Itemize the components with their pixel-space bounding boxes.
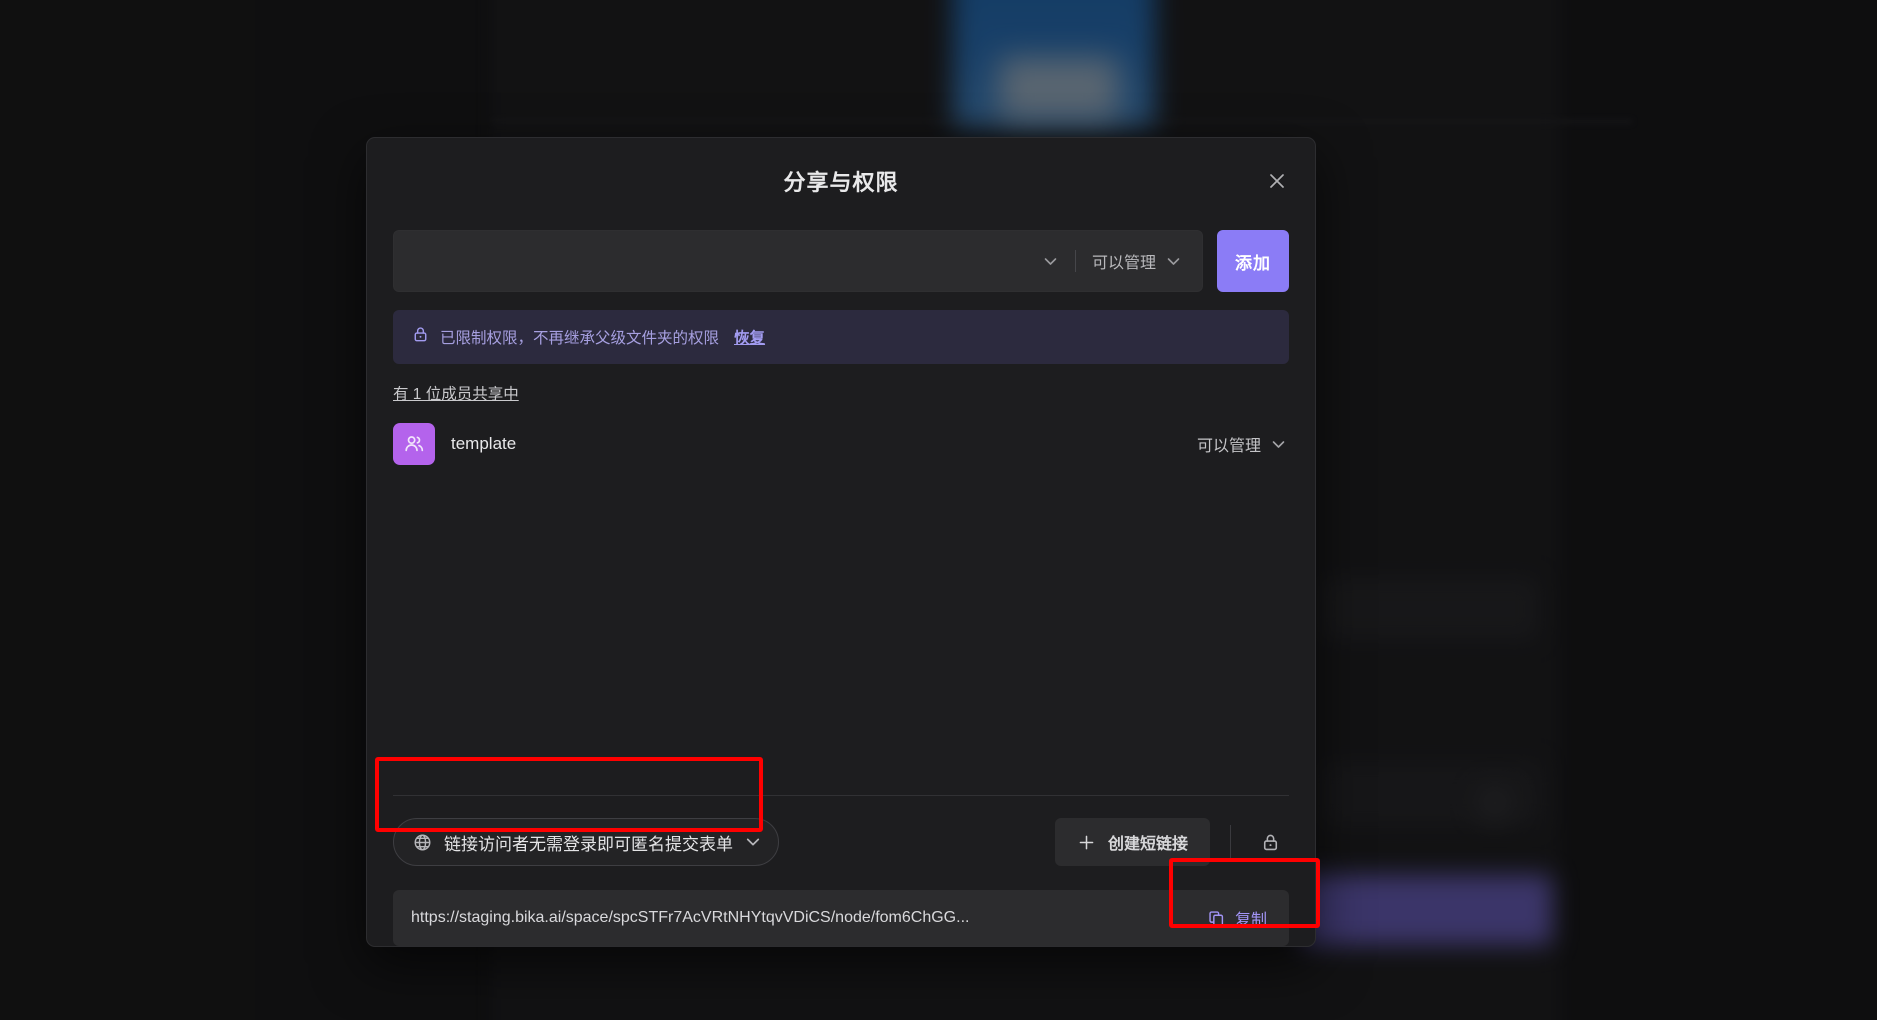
create-short-link-button[interactable]: 创建短链接	[1054, 818, 1210, 866]
copy-label: 复制	[1234, 912, 1267, 929]
chevron-down-icon[interactable]	[1032, 253, 1069, 270]
screen: 分享与权限 可以管理 添加 已限制权限，不再继承父级文件夹的权限 恢复 有 1 …	[0, 0, 1877, 1020]
restore-permission-link[interactable]: 恢复	[734, 326, 765, 348]
invite-role-select[interactable]: 可以管理	[1082, 249, 1188, 273]
modal-header: 分享与权限	[367, 138, 1315, 224]
plus-icon	[1079, 835, 1094, 849]
share-permissions-modal: 分享与权限 可以管理 添加 已限制权限，不再继承父级文件夹的权限 恢复 有 1 …	[366, 137, 1316, 947]
copy-button[interactable]: 复制	[1191, 896, 1283, 940]
permission-notice-text: 已限制权限，不再继承父级文件夹的权限	[440, 330, 720, 347]
member-role-label: 可以管理	[1196, 438, 1261, 455]
invite-role-label: 可以管理	[1091, 255, 1156, 272]
share-url-row: https://staging.bika.ai/space/spcSTFr7Ac…	[393, 890, 1289, 946]
list-item[interactable]: template 可以管理	[393, 416, 1289, 472]
member-name: template	[451, 434, 517, 453]
users-icon	[405, 436, 424, 452]
invite-field: 可以管理	[393, 230, 1203, 292]
permission-notice: 已限制权限，不再继承父级文件夹的权限 恢复	[393, 310, 1289, 364]
member-role-select[interactable]: 可以管理	[1197, 432, 1289, 456]
add-button[interactable]: 添加	[1217, 230, 1289, 292]
invite-search-input[interactable]	[410, 231, 1032, 291]
create-short-link-label: 创建短链接	[1107, 836, 1188, 853]
share-url-text[interactable]: https://staging.bika.ai/space/spcSTFr7Ac…	[411, 909, 1191, 927]
divider	[1074, 250, 1076, 272]
link-access-label: 链接访问者无需登录即可匿名提交表单	[444, 834, 733, 854]
chevron-down-icon	[1167, 257, 1180, 265]
link-access-select[interactable]: 链接访问者无需登录即可匿名提交表单	[393, 818, 779, 866]
lock-icon[interactable]	[1251, 823, 1289, 861]
chevron-down-icon	[1272, 440, 1285, 448]
modal-body: 可以管理 添加 已限制权限，不再继承父级文件夹的权限 恢复 有 1 位成员共享中…	[367, 224, 1315, 946]
member-list: template 可以管理	[367, 404, 1315, 795]
avatar	[393, 423, 435, 465]
divider	[1230, 825, 1231, 859]
link-settings-row: 链接访问者无需登录即可匿名提交表单 创建短链接	[367, 796, 1315, 866]
shared-members-summary[interactable]: 有 1 位成员共享中	[393, 382, 519, 404]
link-actions: 创建短链接	[1054, 818, 1289, 866]
page-title: 分享与权限	[783, 170, 899, 195]
chevron-down-icon	[746, 838, 760, 846]
globe-icon	[414, 834, 431, 850]
lock-icon	[411, 325, 430, 349]
invite-row: 可以管理 添加	[367, 230, 1315, 292]
close-icon[interactable]	[1259, 163, 1295, 199]
copy-icon	[1209, 910, 1224, 926]
